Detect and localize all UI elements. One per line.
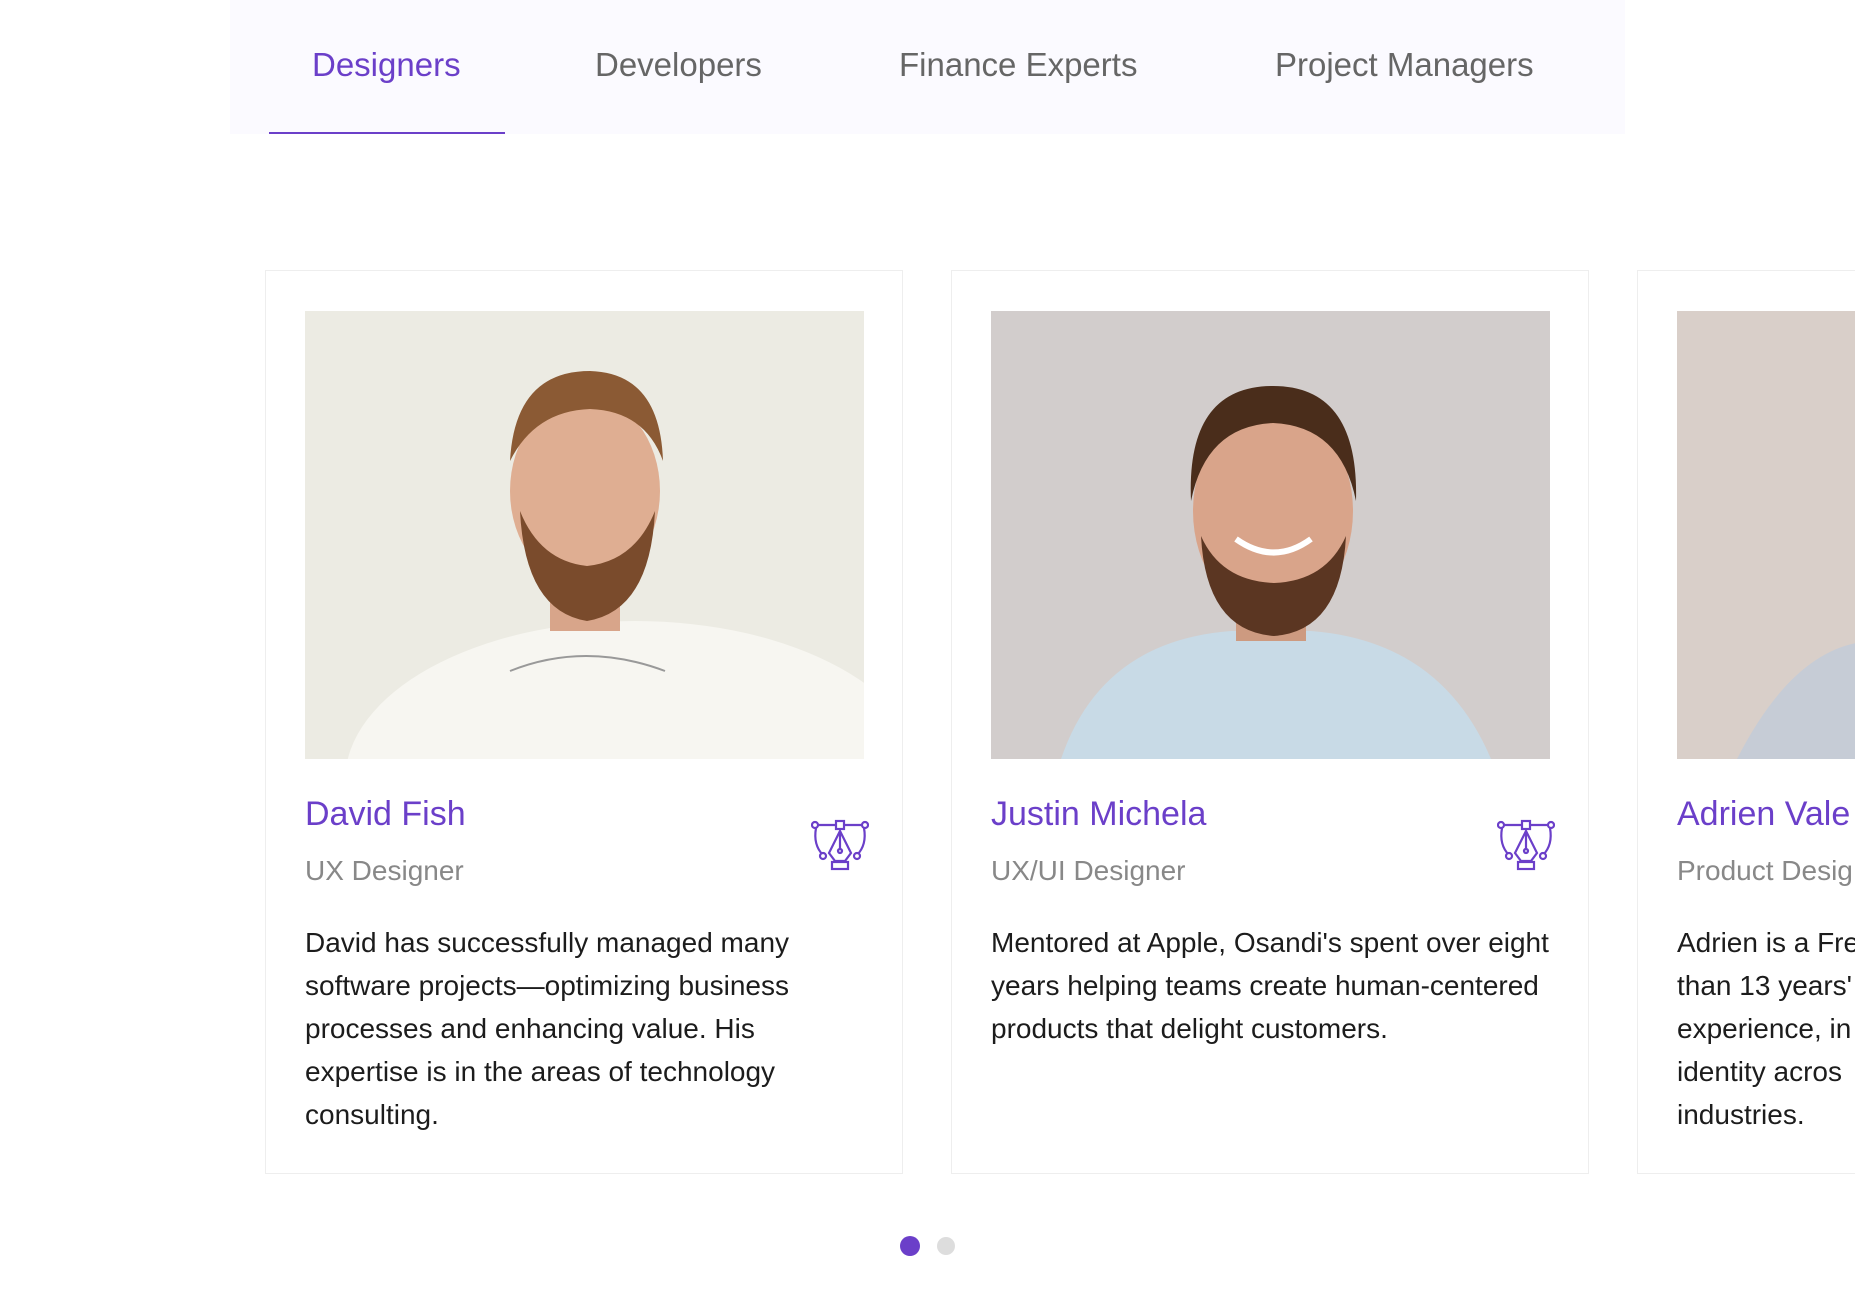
pagination-dot-1[interactable]	[900, 1236, 920, 1256]
portrait-photo	[1677, 311, 1855, 759]
active-tab-underline	[269, 132, 505, 134]
portrait-photo	[305, 311, 864, 759]
profile-bio: Mentored at Apple, Osandi's spent over e…	[991, 927, 1549, 1044]
profile-role: UX/UI Designer	[991, 855, 1186, 886]
profile-card: Justin Michela UX/UI Designer Mentored a…	[951, 270, 1589, 1174]
portrait-photo	[991, 311, 1550, 759]
tab-developers[interactable]: Developers	[595, 0, 762, 134]
profile-name: Justin Michela	[991, 795, 1207, 833]
profile-bio: Adrien is a Fre than 13 years' experienc…	[1677, 927, 1855, 1130]
profile-carousel: David Fish UX Designer David has success…	[0, 270, 1855, 1176]
tab-finance-experts[interactable]: Finance Experts	[899, 0, 1137, 134]
pen-tool-icon	[1496, 815, 1556, 873]
profile-name: David Fish	[305, 795, 466, 833]
profile-card: David Fish UX Designer David has success…	[265, 270, 903, 1174]
tab-designers[interactable]: Designers	[312, 0, 461, 134]
profile-role: UX Designer	[305, 855, 464, 886]
profile-card: Adrien Vale Product Desig Adrien is a Fr…	[1637, 270, 1855, 1174]
profile-name: Adrien Vale	[1677, 795, 1851, 833]
pagination-dot-2[interactable]	[937, 1237, 955, 1255]
pen-tool-icon	[810, 815, 870, 873]
tab-project-managers[interactable]: Project Managers	[1275, 0, 1534, 134]
profile-role: Product Desig	[1677, 855, 1853, 886]
profile-bio: David has successfully managed many soft…	[305, 927, 790, 1130]
